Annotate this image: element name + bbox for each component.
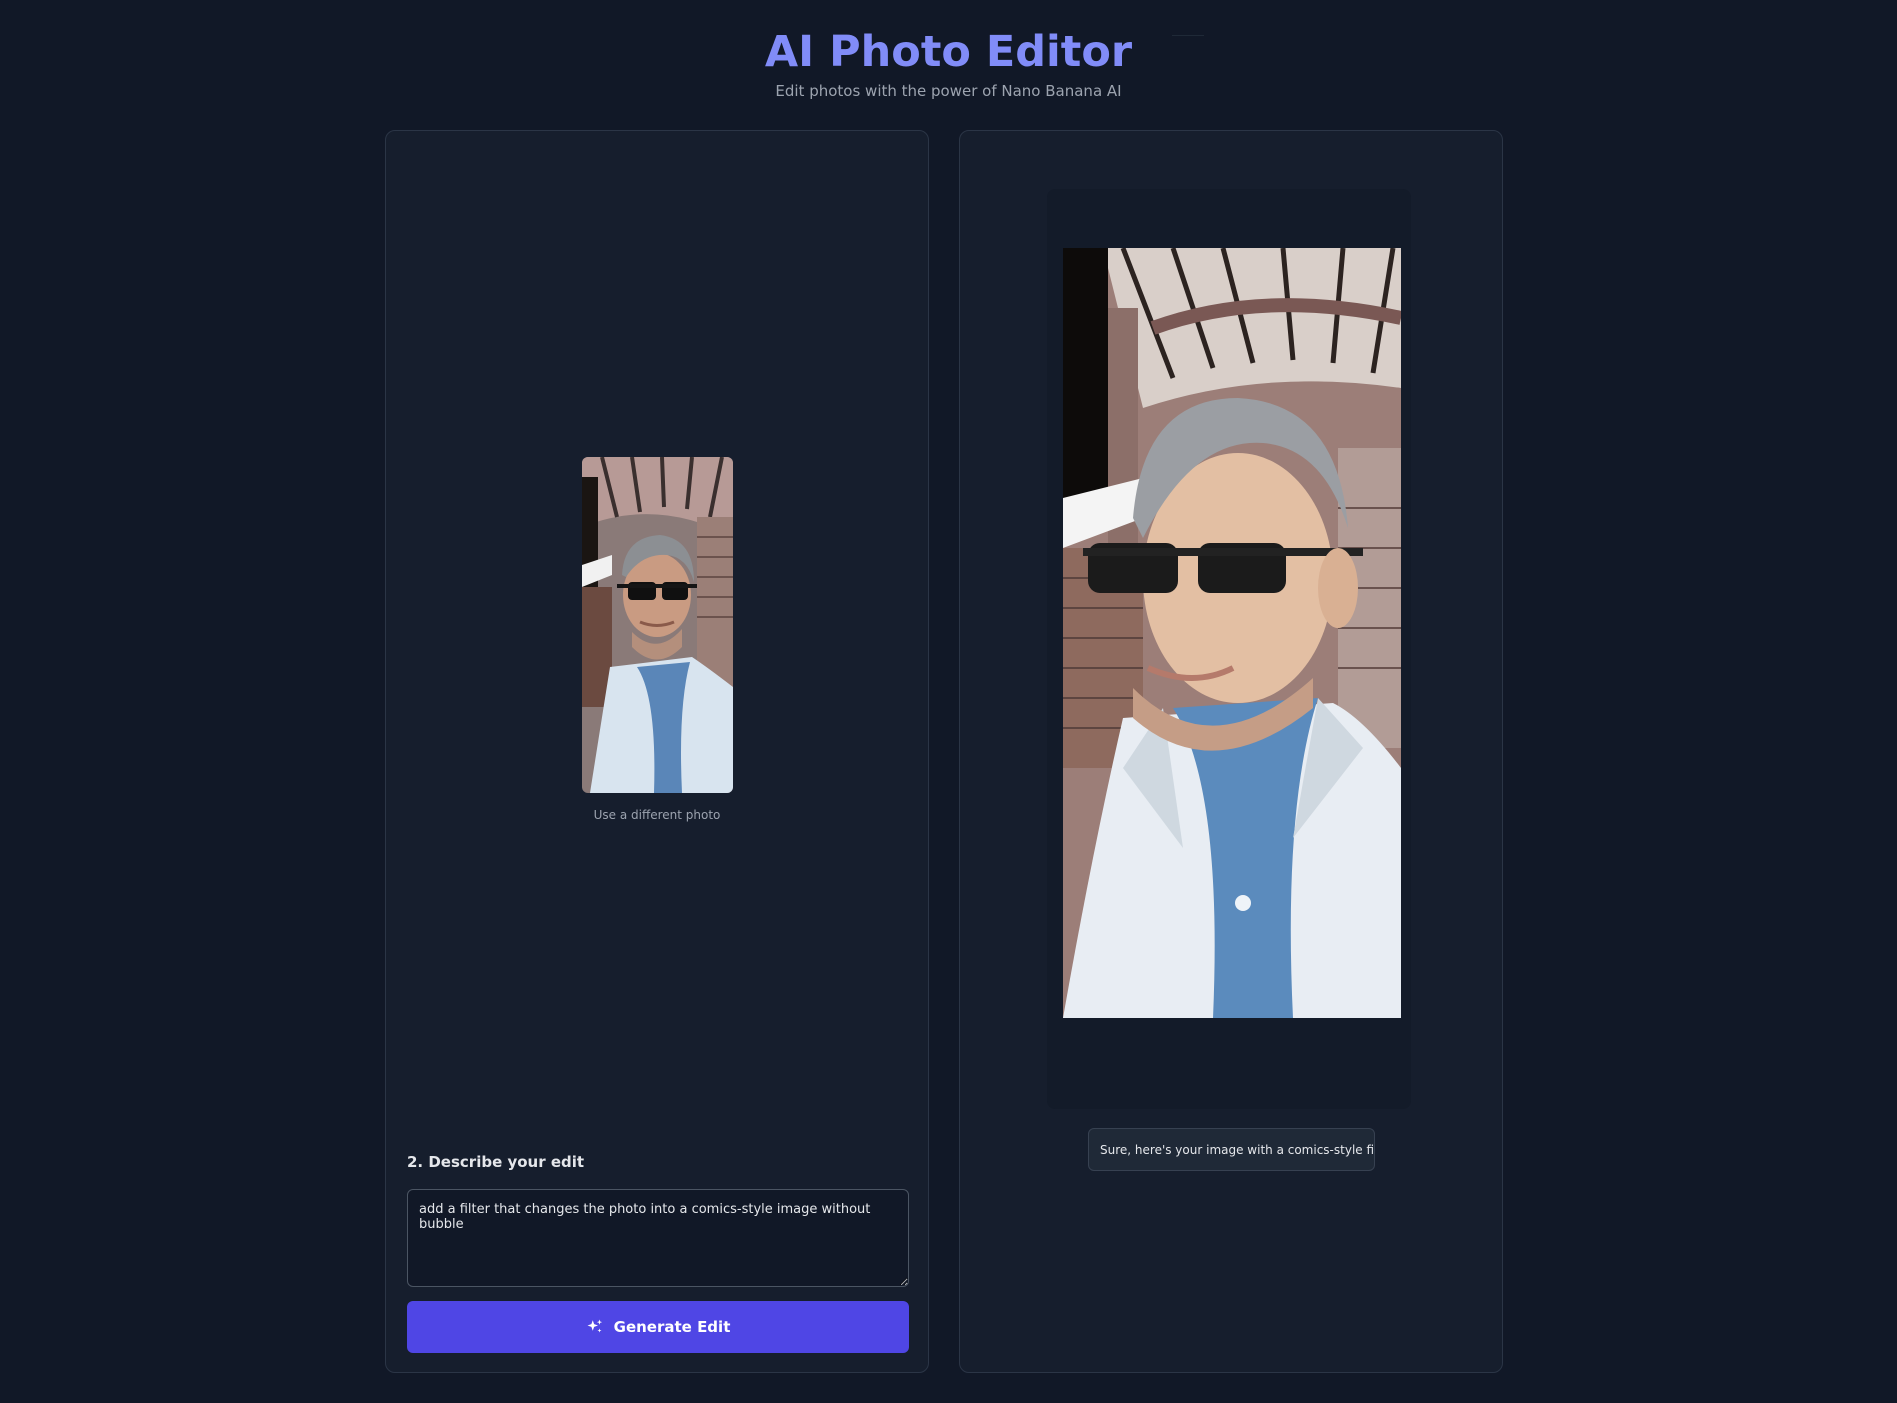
app-root: AI Photo Editor Edit photos with the pow…: [0, 0, 1897, 1403]
describe-edit-label: 2. Describe your edit: [407, 1153, 585, 1171]
edit-prompt-input[interactable]: [407, 1189, 909, 1287]
edited-photo-image: [1063, 248, 1401, 1018]
page-subtitle: Edit photos with the power of Nano Banan…: [775, 82, 1122, 100]
ai-response-message: Sure, here's your image with a comics-st…: [1088, 1128, 1375, 1171]
uploaded-photo-image: [582, 457, 733, 793]
change-photo-link[interactable]: Use a different photo: [386, 808, 928, 822]
generate-edit-label: Generate Edit: [613, 1318, 731, 1336]
page-header: AI Photo Editor Edit photos with the pow…: [0, 24, 1897, 100]
edited-photo-result: [1063, 248, 1401, 1018]
uploaded-photo-thumbnail[interactable]: [582, 457, 733, 793]
page-title: AI Photo Editor: [764, 27, 1133, 77]
result-panel: Sure, here's your image with a comics-st…: [959, 130, 1503, 1373]
sparkles-icon: [586, 1318, 604, 1336]
editor-panel: Use a different photo 2. Describe your e…: [385, 130, 929, 1373]
generate-edit-button[interactable]: Generate Edit: [407, 1301, 909, 1353]
